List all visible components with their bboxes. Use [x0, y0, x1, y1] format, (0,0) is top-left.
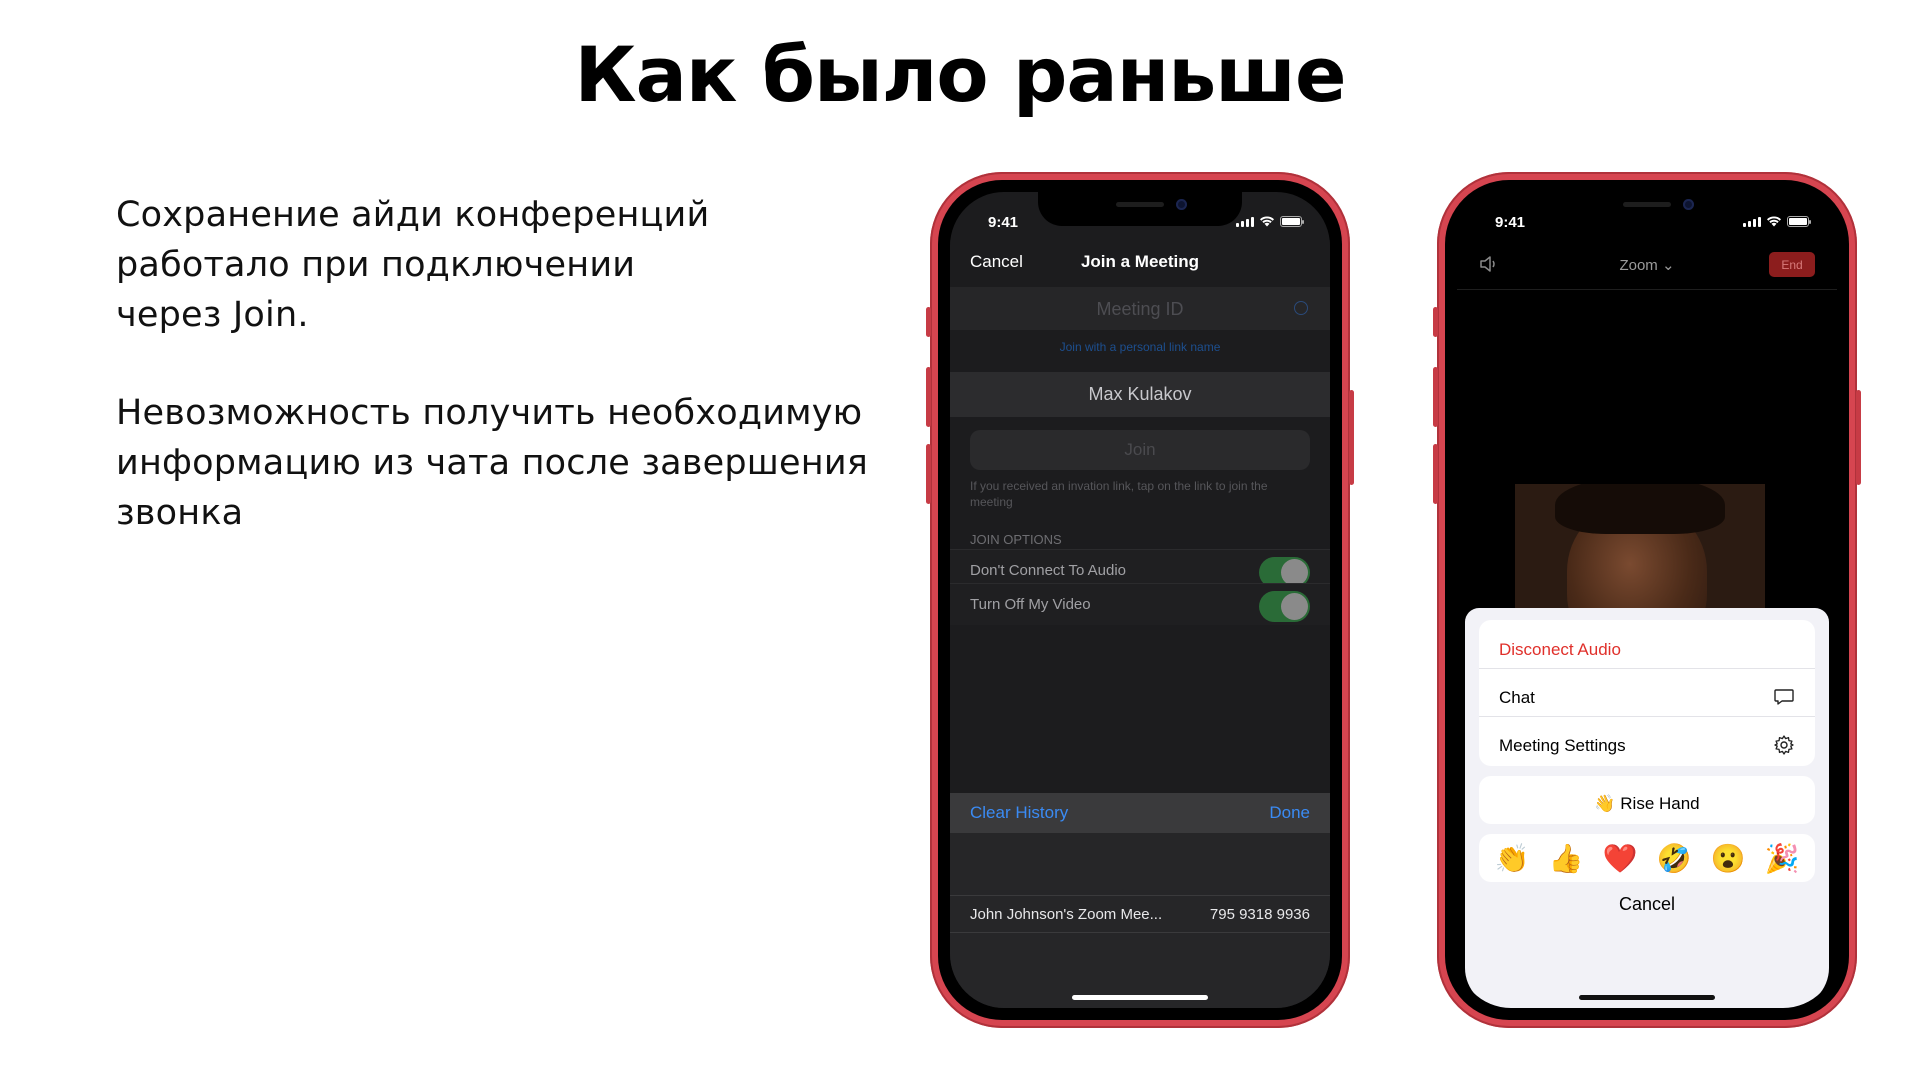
dropdown-circle-icon[interactable] — [1294, 301, 1308, 315]
power-button — [1349, 390, 1354, 485]
chat-bubble-icon — [1774, 689, 1794, 705]
description-line: работало при подключении — [116, 245, 636, 285]
personal-link-button[interactable]: Join with a personal link name — [950, 340, 1330, 354]
camera-icon — [1683, 199, 1694, 210]
laughing-reaction-icon[interactable]: 🤣 — [1657, 842, 1692, 875]
volume-down-button — [926, 444, 931, 504]
description-line: звонка — [116, 493, 244, 533]
phone-bezel: 9:41 Zoom ⌄ End Disconect Audio Chat Mee… — [1445, 180, 1849, 1020]
description-line: Сохранение айди конференций — [116, 195, 710, 235]
clap-reaction-icon[interactable]: 👏 — [1495, 842, 1530, 875]
slide-title: Как было раньше — [574, 30, 1346, 119]
description-line: через Join. — [116, 295, 309, 335]
wifi-icon — [1767, 216, 1781, 227]
heart-reaction-icon[interactable]: ❤️ — [1603, 842, 1638, 875]
option-label: Don't Connect To Audio — [970, 562, 1127, 579]
wave-icon: 👋 — [1594, 794, 1616, 813]
battery-icon — [1280, 216, 1304, 227]
join-button[interactable]: Join — [970, 430, 1310, 470]
volume-down-button — [1433, 444, 1438, 504]
menu-card: Disconect Audio Chat Meeting Settings — [1479, 620, 1815, 766]
raise-hand-label: Rise Hand — [1620, 794, 1700, 813]
history-item[interactable]: John Johnson's Zoom Mee... 795 9318 9936 — [950, 895, 1330, 933]
gear-icon — [1774, 735, 1794, 755]
raise-hand-button[interactable]: 👋 Rise Hand — [1479, 776, 1815, 824]
party-reaction-icon[interactable]: 🎉 — [1765, 842, 1800, 875]
status-icons — [1743, 216, 1811, 227]
status-time: 9:41 — [988, 214, 1019, 231]
phone-join-meeting: 9:41 Cancel Join a Meeting Meeting ID Jo… — [926, 172, 1354, 1028]
history-meeting-name: John Johnson's Zoom Mee... — [970, 906, 1163, 923]
participant-video — [1515, 484, 1765, 624]
name-field[interactable]: Max Kulakov — [950, 372, 1330, 417]
meeting-title: Zoom — [1619, 257, 1658, 274]
status-time: 9:41 — [1495, 214, 1526, 231]
mute-switch — [926, 307, 931, 337]
power-button — [1856, 390, 1861, 485]
chat-label: Chat — [1499, 688, 1535, 707]
invitation-hint: If you received an invation link, tap on… — [970, 479, 1268, 509]
wifi-icon — [1260, 216, 1274, 227]
video-toggle[interactable] — [1259, 591, 1310, 622]
meeting-header: Zoom ⌄ End — [1457, 240, 1837, 290]
home-indicator — [1579, 995, 1715, 1000]
phone-screen: 9:41 Cancel Join a Meeting Meeting ID Jo… — [950, 192, 1330, 1008]
description-line: информацию из чата после завершения — [116, 443, 869, 483]
end-button[interactable]: End — [1769, 252, 1815, 277]
volume-up-button — [1433, 367, 1438, 427]
action-sheet: Disconect Audio Chat Meeting Settings 👋 … — [1465, 608, 1829, 1008]
volume-up-button — [926, 367, 931, 427]
surprised-reaction-icon[interactable]: 😮 — [1711, 842, 1746, 875]
description-paragraph-2: Невозможность получить необходимую инфор… — [116, 388, 868, 538]
home-indicator — [1072, 995, 1208, 1000]
phone-bezel: 9:41 Cancel Join a Meeting Meeting ID Jo… — [938, 180, 1342, 1020]
notch — [1545, 192, 1749, 226]
picker-toolbar: Clear History Done — [950, 793, 1330, 833]
disconnect-audio-label: Disconect Audio — [1499, 640, 1621, 659]
option-label: Turn Off My Video — [970, 596, 1091, 613]
thumbs-up-reaction-icon[interactable]: 👍 — [1549, 842, 1584, 875]
phone-meeting-menu: 9:41 Zoom ⌄ End Disconect Audio Chat Mee… — [1433, 172, 1861, 1028]
nav-header: Cancel Join a Meeting — [950, 240, 1330, 284]
history-meeting-number: 795 9318 9936 — [1209, 906, 1310, 923]
join-options-header: JOIN OPTIONS — [970, 532, 1062, 547]
notch — [1038, 192, 1242, 226]
signal-icon — [1236, 217, 1254, 227]
mute-switch — [1433, 307, 1438, 337]
status-icons — [1236, 216, 1304, 227]
description-paragraph-1: Сохранение айди конференций работало при… — [116, 190, 709, 340]
nav-title: Join a Meeting — [1080, 252, 1200, 271]
meeting-settings-label: Meeting Settings — [1499, 736, 1626, 755]
clear-history-button[interactable]: Clear History — [970, 803, 1068, 823]
meeting-settings-item[interactable]: Meeting Settings — [1479, 716, 1815, 774]
meeting-id-field[interactable]: Meeting ID — [950, 287, 1330, 330]
done-button[interactable]: Done — [1269, 803, 1310, 823]
camera-icon — [1176, 199, 1187, 210]
meeting-id-placeholder: Meeting ID — [1096, 299, 1184, 319]
phone-screen: 9:41 Zoom ⌄ End Disconect Audio Chat Mee… — [1457, 192, 1837, 1008]
participant-hair — [1555, 484, 1725, 534]
option-row-video: Turn Off My Video — [950, 583, 1330, 625]
description-line: Невозможность получить необходимую — [116, 393, 863, 433]
reactions-bar: 👏 👍 ❤️ 🤣 😮 🎉 — [1479, 834, 1815, 882]
chevron-down-icon: ⌄ — [1661, 257, 1675, 274]
signal-icon — [1743, 217, 1761, 227]
battery-icon — [1787, 216, 1811, 227]
cancel-button[interactable]: Cancel — [1465, 894, 1829, 915]
